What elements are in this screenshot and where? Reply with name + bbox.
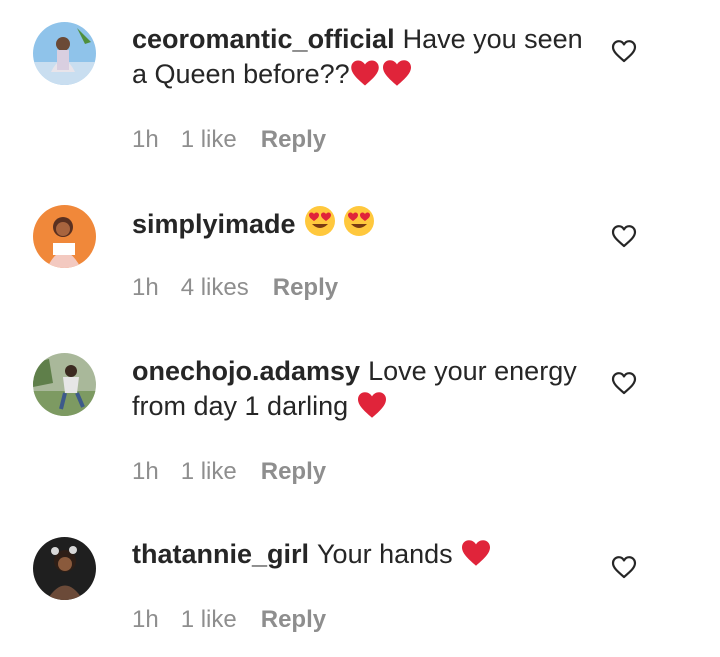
comment-username[interactable]: ceoromantic_official (132, 24, 395, 54)
red-heart-icon (460, 539, 492, 576)
comment-username[interactable]: simplyimade (132, 209, 296, 239)
comment-time: 1h (132, 606, 159, 633)
comment-body: thatannie_girl Your hands (132, 537, 587, 576)
comment-username[interactable]: onechojo.adamsy (132, 356, 360, 386)
comment-meta: 1h 4 likes Reply (132, 273, 338, 303)
comment-likes[interactable]: 1 like (181, 605, 237, 635)
red-heart-icon (380, 59, 414, 96)
comment-meta: 1h 1 like Reply (132, 125, 326, 155)
red-heart-icon (356, 391, 388, 428)
comment-meta: 1h 1 like Reply (132, 605, 326, 635)
like-heart-icon[interactable] (611, 555, 637, 579)
heart-eyes-face-icon (343, 205, 375, 246)
comment-meta: 1h 1 like Reply (132, 457, 326, 487)
comment-likes[interactable]: 1 like (181, 125, 237, 155)
comment-likes[interactable]: 1 like (181, 457, 237, 487)
red-heart-icon (350, 59, 380, 96)
avatar[interactable] (33, 537, 96, 600)
comment-body: onechojo.adamsy Love your energy from day… (132, 354, 587, 428)
reply-button[interactable]: Reply (273, 273, 338, 303)
comment-time: 1h (132, 274, 159, 301)
comment-body: simplyimade (132, 205, 587, 246)
avatar[interactable] (33, 353, 96, 416)
like-heart-icon[interactable] (611, 39, 637, 63)
comment-time: 1h (132, 126, 159, 153)
heart-eyes-face-icon (304, 205, 336, 246)
comment-body: ceoromantic_official Have you seen a Quee… (132, 22, 587, 96)
comment-likes[interactable]: 4 likes (181, 273, 249, 303)
avatar[interactable] (33, 205, 96, 268)
reply-button[interactable]: Reply (261, 605, 326, 635)
like-heart-icon[interactable] (611, 371, 637, 395)
comment-username[interactable]: thatannie_girl (132, 539, 309, 569)
comment-time: 1h (132, 458, 159, 485)
comment-text: Your hands (317, 539, 453, 569)
like-heart-icon[interactable] (611, 224, 637, 248)
avatar[interactable] (33, 22, 96, 85)
reply-button[interactable]: Reply (261, 457, 326, 487)
reply-button[interactable]: Reply (261, 125, 326, 155)
